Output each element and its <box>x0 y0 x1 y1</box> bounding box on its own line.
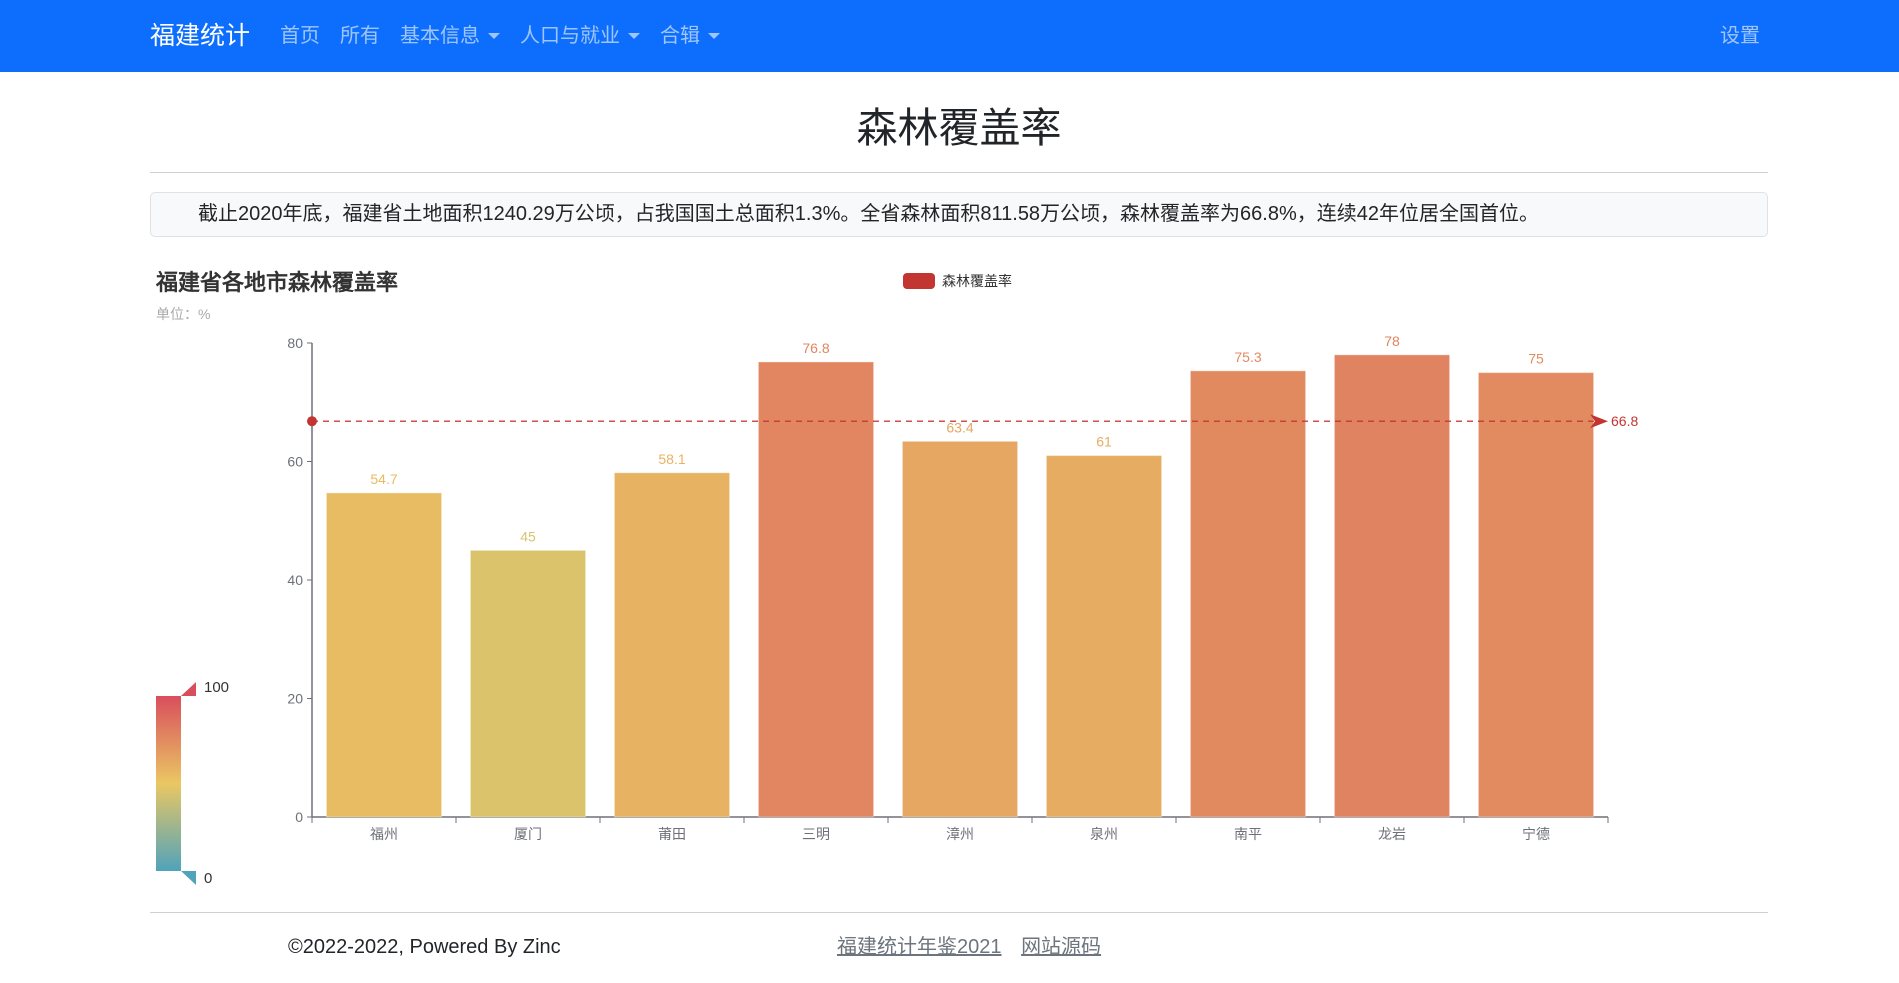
footer-copyright: ©2022-2022, Powered By Zinc <box>288 936 561 958</box>
x-tick-label: 福州 <box>370 826 398 842</box>
bar-value-label: 75.3 <box>1234 349 1261 365</box>
footer-divider <box>150 912 1768 913</box>
bar-value-label: 58.1 <box>658 451 685 467</box>
bar <box>325 492 443 818</box>
legend[interactable]: 森林覆盖率 <box>903 273 1012 289</box>
footer-link-yearbook[interactable]: 福建统计年鉴2021 <box>837 936 1002 958</box>
x-tick-label: 泉州 <box>1090 826 1118 842</box>
bar <box>1189 370 1307 818</box>
legend-swatch <box>903 273 935 289</box>
x-tick-label: 龙岩 <box>1378 826 1406 842</box>
x-tick-label: 莆田 <box>658 826 686 842</box>
x-tick-label: 漳州 <box>946 826 974 842</box>
chart-subtitle: 单位：% <box>156 306 210 322</box>
bar-value-label: 54.7 <box>370 471 397 487</box>
bar-value-label: 75 <box>1528 351 1544 367</box>
visual-map-max-label: 100 <box>204 679 229 696</box>
footer-links: 福建统计年鉴2021 网站源码 <box>837 933 1115 961</box>
y-tick-label: 80 <box>287 335 303 351</box>
legend-label: 森林覆盖率 <box>942 273 1012 289</box>
visual-map-max-handle[interactable] <box>181 682 196 696</box>
visual-map-min-handle[interactable] <box>181 871 196 885</box>
bar-value-label: 45 <box>520 528 536 544</box>
x-tick-label: 三明 <box>802 826 830 842</box>
y-tick-label: 20 <box>287 691 303 707</box>
visual-map[interactable]: 100 0 <box>156 679 229 887</box>
bar <box>1477 372 1595 818</box>
x-tick-label: 厦门 <box>514 826 542 842</box>
bar <box>469 549 587 818</box>
average-line-label: 66.8 <box>1611 413 1638 429</box>
y-tick-label: 40 <box>287 572 303 588</box>
x-tick-label: 宁德 <box>1522 826 1550 842</box>
footer-link-source[interactable]: 网站源码 <box>1021 936 1101 958</box>
bar-value-label: 61 <box>1096 434 1112 450</box>
bar <box>1045 455 1163 818</box>
average-line-start-dot <box>307 416 317 427</box>
bar-value-label: 78 <box>1384 333 1400 349</box>
visual-map-bar <box>156 696 181 871</box>
bar <box>901 440 1019 818</box>
y-tick-label: 60 <box>287 454 303 470</box>
bar-value-label: 76.8 <box>802 340 829 356</box>
chart-title: 福建省各地市森林覆盖率 <box>155 270 398 295</box>
bar <box>613 472 731 818</box>
forest-coverage-chart: 福建省各地市森林覆盖率 单位：% 森林覆盖率 0 20 40 60 80 福州 厦门 莆田 三明… <box>155 270 1638 887</box>
y-tick-label: 0 <box>295 809 303 825</box>
x-tick-label: 南平 <box>1234 826 1262 842</box>
visual-map-min-label: 0 <box>204 870 212 887</box>
bar <box>757 361 875 818</box>
bar <box>1333 354 1451 818</box>
